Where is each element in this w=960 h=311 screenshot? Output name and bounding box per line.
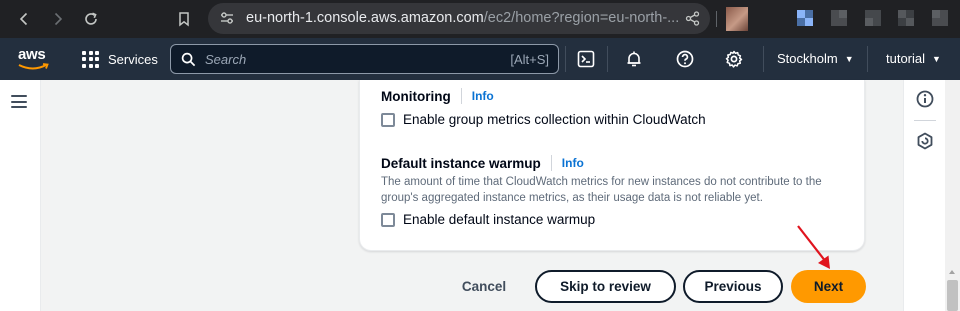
forward-icon[interactable] bbox=[47, 8, 69, 30]
services-menu[interactable]: Services bbox=[82, 50, 158, 68]
back-icon[interactable] bbox=[13, 8, 35, 30]
bookmark-icon[interactable] bbox=[173, 8, 195, 30]
profile-avatar[interactable] bbox=[726, 7, 748, 31]
skip-to-review-button[interactable]: Skip to review bbox=[535, 270, 676, 303]
scrollbar-thumb[interactable] bbox=[947, 280, 958, 311]
search-input[interactable] bbox=[205, 45, 485, 73]
address-bar[interactable]: eu-north-1.console.aws.amazon.com/ec2/ho… bbox=[208, 3, 710, 34]
warmup-info-link[interactable]: Info bbox=[562, 156, 584, 170]
header-divider bbox=[607, 46, 608, 72]
warmup-checkbox[interactable] bbox=[381, 212, 395, 227]
browser-toolbar: eu-north-1.console.aws.amazon.com/ec2/ho… bbox=[0, 0, 960, 38]
label-separator bbox=[460, 88, 462, 104]
header-divider bbox=[565, 46, 566, 72]
group-metrics-checkbox-row[interactable]: Enable group metrics collection within C… bbox=[381, 112, 706, 127]
aws-smile-icon bbox=[18, 63, 49, 70]
account-label: tutorial bbox=[886, 51, 926, 66]
region-selector[interactable]: Stockholm ▼ bbox=[777, 51, 854, 66]
toolbar-divider bbox=[716, 11, 717, 27]
region-label: Stockholm bbox=[777, 51, 838, 66]
services-grid-icon bbox=[82, 50, 99, 68]
extension-icon[interactable] bbox=[932, 10, 948, 26]
services-label: Services bbox=[108, 51, 158, 67]
info-panel-icon[interactable] bbox=[916, 90, 934, 108]
scroll-up-arrow-icon[interactable] bbox=[949, 270, 955, 274]
extension-icon[interactable] bbox=[797, 10, 813, 26]
account-menu[interactable]: tutorial ▼ bbox=[886, 51, 941, 66]
settings-gear-icon[interactable] bbox=[724, 49, 744, 69]
header-divider bbox=[867, 46, 868, 72]
tutorial-panel-icon[interactable] bbox=[916, 132, 934, 150]
warmup-checkbox-row[interactable]: Enable default instance warmup bbox=[381, 212, 595, 227]
cloudshell-icon[interactable] bbox=[576, 49, 596, 69]
notifications-bell-icon[interactable] bbox=[624, 49, 644, 69]
cancel-button[interactable]: Cancel bbox=[443, 270, 525, 303]
extension-icon[interactable] bbox=[831, 10, 847, 26]
caret-down-icon: ▼ bbox=[932, 53, 941, 64]
monitoring-field: Monitoring Info bbox=[381, 88, 494, 104]
aws-console-header: aws Services [Alt+S] Stockholm ▼ bbox=[0, 38, 960, 80]
group-metrics-checkbox-label: Enable group metrics collection within C… bbox=[403, 112, 706, 127]
page-scrollbar[interactable] bbox=[945, 80, 960, 311]
console-search[interactable]: [Alt+S] bbox=[170, 44, 559, 74]
label-separator bbox=[550, 155, 552, 171]
reload-icon[interactable] bbox=[80, 8, 102, 30]
aws-logo[interactable]: aws bbox=[18, 46, 52, 72]
side-navigation-rail bbox=[0, 80, 41, 311]
warmup-description: The amount of time that CloudWatch metri… bbox=[381, 176, 822, 204]
monitoring-info-link[interactable]: Info bbox=[472, 89, 494, 103]
header-divider bbox=[763, 46, 764, 72]
extension-icon[interactable] bbox=[898, 10, 914, 26]
tools-panel-rail bbox=[903, 80, 945, 311]
caret-down-icon: ▼ bbox=[844, 53, 854, 64]
extension-icon[interactable] bbox=[865, 10, 881, 26]
previous-button[interactable]: Previous bbox=[683, 270, 783, 303]
next-button[interactable]: Next bbox=[791, 270, 866, 303]
url-path: /ec2/home?region=eu-north-... bbox=[483, 10, 680, 26]
share-icon[interactable] bbox=[685, 11, 700, 26]
warmup-label: Default instance warmup bbox=[381, 155, 541, 171]
monitoring-label: Monitoring bbox=[381, 88, 451, 104]
url-host: eu-north-1.console.aws.amazon.com bbox=[246, 10, 484, 26]
menu-hamburger-icon[interactable] bbox=[11, 95, 27, 108]
search-shortcut-hint: [Alt+S] bbox=[510, 52, 549, 67]
search-icon bbox=[181, 52, 196, 67]
site-info-icon[interactable] bbox=[220, 11, 234, 25]
rail-divider bbox=[914, 120, 936, 121]
annotation-arrow-icon bbox=[797, 225, 830, 269]
group-metrics-checkbox[interactable] bbox=[381, 112, 395, 127]
warmup-checkbox-label: Enable default instance warmup bbox=[403, 212, 596, 227]
warmup-field: Default instance warmup Info bbox=[381, 155, 584, 171]
url-text: eu-north-1.console.aws.amazon.com/ec2/ho… bbox=[246, 3, 679, 34]
help-icon[interactable] bbox=[675, 49, 695, 69]
